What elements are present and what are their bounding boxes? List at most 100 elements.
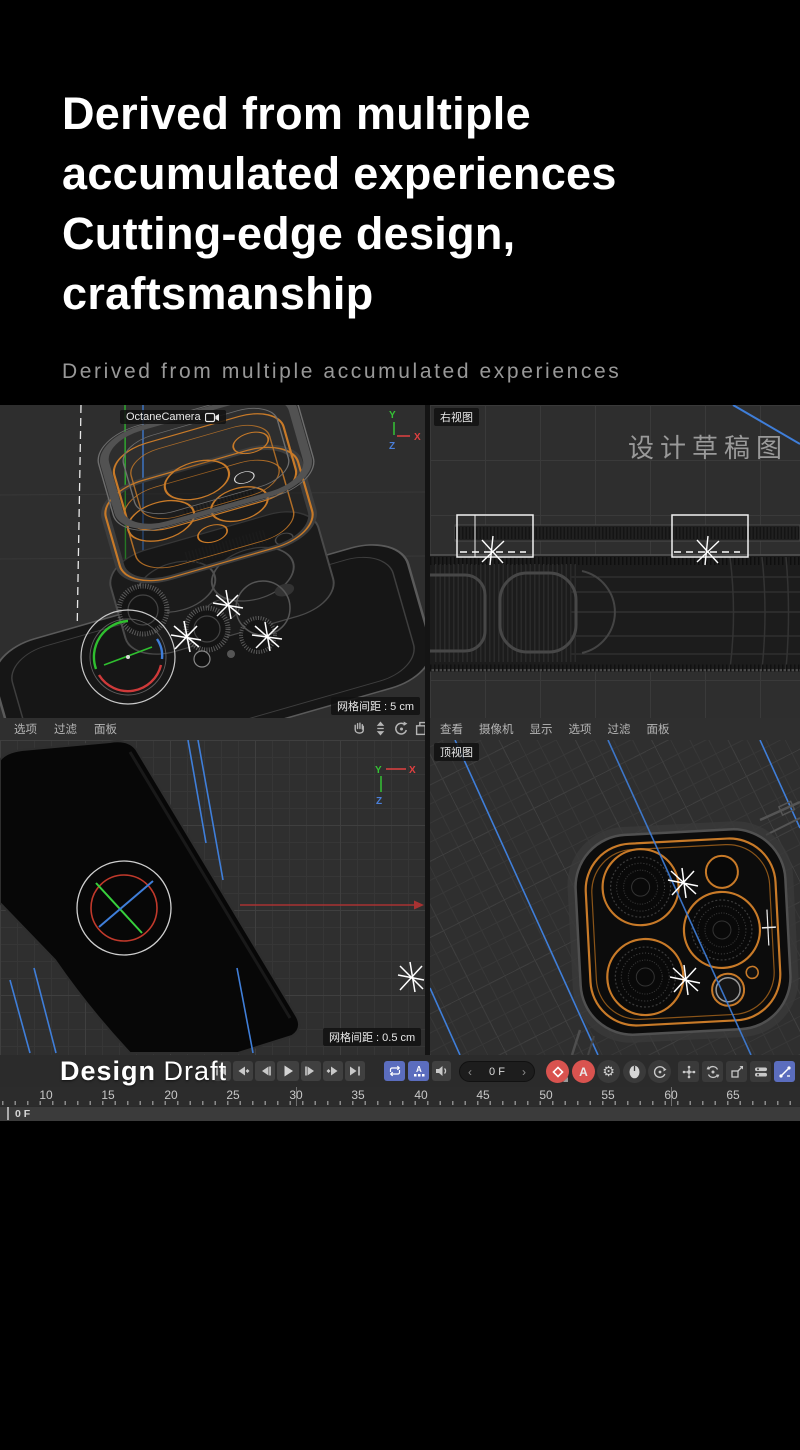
page: Derived from multiple accumulated experi… [0,0,800,1450]
svg-text:X: X [409,765,416,776]
svg-text:A: A [416,1065,422,1074]
title-line: Cutting-edge design, [62,204,762,264]
footer-spacer [0,1121,800,1450]
sketch-sparkle [398,962,424,992]
next-key-button[interactable] [323,1061,343,1081]
next-frame-button[interactable] [301,1061,321,1081]
next-key-icon [326,1066,340,1076]
viewport-nav-icons [352,721,430,736]
mic-circle [746,966,759,979]
goto-end-button[interactable] [345,1061,365,1081]
rotate-cursor-button[interactable] [648,1060,671,1083]
ruler-label: 55 [591,1088,625,1102]
playhead-marker[interactable] [7,1107,9,1120]
view-label: 右视图 [434,408,479,426]
play-button[interactable] [277,1061,299,1081]
parameter-layers-icon [754,1066,768,1078]
keyframe-settings-button[interactable]: ⚙ [597,1060,620,1083]
prev-frame-button[interactable] [255,1061,275,1081]
keying-rotation-button[interactable] [702,1061,723,1082]
next-frame-icon [304,1066,318,1076]
viewport-divider [425,405,430,1055]
viewport-perspective[interactable]: Y Z X [0,405,425,718]
playhead-strip[interactable] [0,1106,800,1122]
phone-silhouette [0,741,299,1053]
top-view-scene [430,740,800,1055]
ruler-label: 15 [91,1088,125,1102]
prev-frame-icon [258,1066,272,1076]
front-view-scene: Y X Z [0,740,425,1055]
prev-key-icon [236,1066,250,1076]
watermark-text: 设计草稿图 [628,428,788,465]
dropdown-corner [563,1077,568,1082]
rotation-arrows-icon [706,1065,720,1079]
playhead-frame-label: 0 F [15,1108,30,1120]
speaker-icon [435,1065,448,1077]
lidar-circle [705,855,739,889]
prev-key-button[interactable] [233,1061,253,1081]
loop-icon [388,1065,402,1077]
camera-label[interactable]: OctaneCamera [120,410,226,424]
keying-position-button[interactable] [678,1061,699,1082]
menu-item[interactable]: 查看 [440,721,463,737]
camera-icon [205,412,220,423]
sketch-line [77,405,81,637]
ruler-label: 45 [466,1088,500,1102]
svg-text:Y: Y [389,410,396,421]
ruler-label: 40 [404,1088,438,1102]
design-draft-caption: Design Draft [60,1056,227,1087]
loop-playback-button[interactable] [384,1061,405,1081]
page-subtitle: Derived from multiple accumulated experi… [62,360,621,384]
goto-end-icon [348,1066,362,1076]
frame-decrement-chevron[interactable]: ‹ [468,1065,472,1079]
autokey-button[interactable]: A [572,1060,595,1083]
menu-item[interactable]: 面板 [94,721,117,737]
autokey-letter: A [579,1065,588,1079]
dolly-icon[interactable] [373,721,388,736]
ruler-ticks [2,1101,798,1105]
keying-scale-button[interactable] [726,1061,747,1082]
menu-item[interactable]: 过滤 [608,721,631,737]
viewport-top-view[interactable] [430,740,800,1055]
menu-item[interactable]: 显示 [530,721,553,737]
menu-item[interactable]: 面板 [647,721,670,737]
keyframe-selection-button[interactable] [623,1060,646,1083]
menu-item[interactable]: 摄像机 [479,721,514,737]
camera-label-text: OctaneCamera [126,411,201,423]
ruler-label: 25 [216,1088,250,1102]
menu-item[interactable]: 选项 [569,721,592,737]
sound-button[interactable] [432,1061,451,1081]
ruler-label: 50 [529,1088,563,1102]
record-keyframe-button[interactable] [546,1060,569,1083]
axis-gizmo: Y Z X [389,410,421,452]
ruler-label: 30 [279,1088,313,1102]
title-line: accumulated experiences [62,144,762,204]
menu-item[interactable]: 选项 [14,721,37,737]
perspective-scene: Y Z X [0,405,425,718]
ruler-label: 65 [716,1088,750,1102]
viewport-menubar-right: 查看 摄像机 显示 选项 过滤 面板 [430,718,800,740]
view-label: 顶视图 [434,743,479,761]
play-range-button[interactable]: A [408,1061,429,1081]
play-icon [282,1065,294,1077]
record-diamond-icon [552,1066,564,1078]
pan-hand-icon[interactable] [352,721,367,736]
viewport-front-view[interactable]: Y X Z [0,740,425,1055]
gear-icon: ⚙ [602,1063,615,1080]
frame-increment-chevron[interactable]: › [522,1065,526,1079]
current-frame-field[interactable]: ‹ 0 F › [459,1061,535,1082]
keying-pla-button[interactable] [774,1061,795,1082]
svg-text:Z: Z [376,796,382,807]
frame-value: 0 F [489,1066,505,1078]
viewport-menubar-left: 选项 过滤 面板 [0,718,425,740]
rotate-view-icon[interactable] [394,721,409,736]
grid-spacing-label: 网格间距 : 0.5 cm [323,1028,421,1046]
camera-bump-top-view [569,822,798,1041]
keying-parameter-button[interactable] [750,1061,771,1082]
grid-spacing-label: 网格间距 : 5 cm [331,697,420,715]
rotate-ring-icon [653,1065,667,1079]
position-crosshair-icon [682,1065,696,1079]
mouse-icon [628,1065,641,1079]
menu-item[interactable]: 过滤 [54,721,77,737]
ruler-label: 35 [341,1088,375,1102]
